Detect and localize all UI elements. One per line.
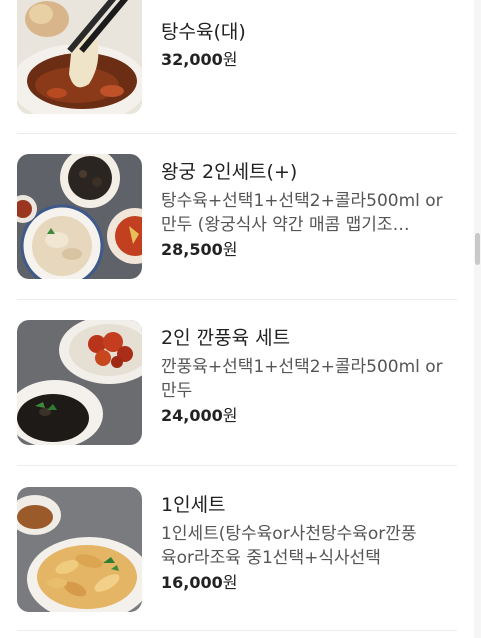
menu-item-image[interactable] (17, 320, 142, 445)
divider (17, 133, 457, 134)
price-unit: 원 (222, 240, 238, 259)
menu-item-price: 16,000원 (161, 572, 456, 594)
menu-item-description: 탕수육+선택1+선택2+콜라500ml or 만두 (왕궁식사 약간 매콤 맵기… (161, 189, 456, 237)
description-line: 만두 (왕궁식사 약간 매콤 맵기조… (161, 215, 410, 235)
menu-item-price: 24,000원 (161, 405, 456, 427)
divider (17, 630, 457, 631)
menu-item-wanggung-set[interactable]: 왕궁 2인세트(+) 탕수육+선택1+선택2+콜라500ml or 만두 (왕궁… (17, 154, 457, 279)
fried-pork-photo-icon (17, 487, 142, 612)
menu-item-single-set[interactable]: 1인세트 1인세트(탕수육or사천탕수육or깐풍 육or라조육 중1선택+식사선… (17, 487, 457, 612)
set-meal-photo-icon (17, 154, 142, 279)
price-number: 16,000 (161, 573, 223, 592)
description-line: 깐풍육+선택1+선택2+콜라500ml or (161, 357, 443, 377)
menu-item-name: 1인세트 (161, 494, 226, 516)
menu-item-description: 1인세트(탕수육or사천탕수육or깐풍 육or라조육 중1선택+식사선택 (161, 522, 456, 570)
scrollbar-track[interactable] (474, 0, 481, 638)
menu-item-name: 탕수육(대) (161, 21, 246, 43)
kkanpunggi-photo-icon (17, 320, 142, 445)
tangsuyuk-photo-icon (17, 0, 142, 114)
menu-item-name: 2인 깐풍육 세트 (161, 327, 291, 349)
menu-item-image[interactable] (17, 154, 142, 279)
divider (17, 465, 457, 466)
menu-item-image[interactable] (17, 487, 142, 612)
menu-item-price: 32,000원 (161, 49, 456, 71)
price-number: 32,000 (161, 50, 223, 69)
description-line: 탕수육+선택1+선택2+콜라500ml or (161, 191, 443, 211)
menu-item-name: 왕궁 2인세트(+) (161, 161, 298, 183)
price-number: 24,000 (161, 406, 223, 425)
description-line: 1인세트(탕수육or사천탕수육or깐풍 (161, 524, 417, 544)
description-line: 육or라조육 중1선택+식사선택 (161, 548, 381, 568)
price-unit: 원 (222, 50, 238, 69)
divider (17, 299, 457, 300)
menu-item-description: 깐풍육+선택1+선택2+콜라500ml or 만두 (161, 355, 456, 403)
description-line: 만두 (161, 381, 193, 401)
menu-list: 탕수육(대) 32,000원 왕궁 2인세트(+) 탕수육+선택1+선택2+콜라… (0, 0, 474, 638)
price-unit: 원 (222, 573, 238, 592)
menu-item-price: 28,500원 (161, 239, 456, 261)
menu-item-image[interactable] (17, 0, 142, 114)
menu-item-tangsuyuk[interactable]: 탕수육(대) 32,000원 (17, 0, 457, 114)
price-number: 28,500 (161, 240, 223, 259)
price-unit: 원 (222, 406, 238, 425)
scrollbar-thumb[interactable] (475, 233, 480, 265)
menu-item-kkanpung-set[interactable]: 2인 깐풍육 세트 깐풍육+선택1+선택2+콜라500ml or 만두 24,0… (17, 320, 457, 445)
